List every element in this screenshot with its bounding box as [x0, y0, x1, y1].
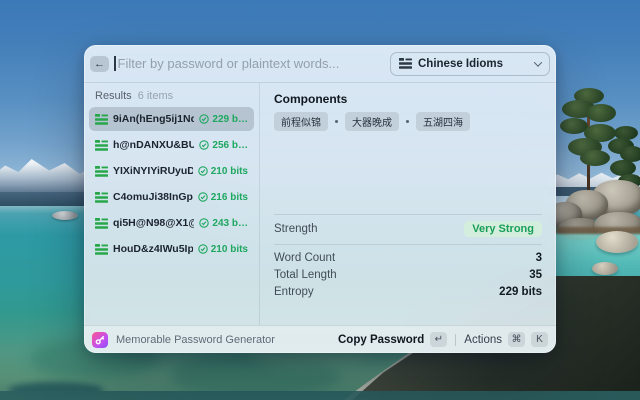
component-tag: 前程似锦	[274, 112, 328, 131]
metadata-section: Strength Very Strong Word Count 3 Total …	[260, 214, 556, 300]
copy-password-label: Copy Password	[338, 334, 424, 346]
footer-separator	[455, 334, 456, 346]
enter-keycap: ↵	[430, 332, 447, 347]
entropy-badge: 216 bits	[198, 192, 248, 203]
window-body: Results 6 items 9iAn(hEng5ij1NdAq1… 229 …	[84, 83, 556, 325]
app-name: Memorable Password Generator	[116, 334, 330, 346]
results-count: 6 items	[138, 90, 173, 102]
search-bar: ← Chinese Idioms	[84, 45, 556, 83]
metadata-row: Entropy 229 bits	[274, 283, 542, 300]
password-text: qi5H@N98@X1@$H…	[113, 217, 194, 229]
search-field-wrap	[114, 56, 390, 71]
metadata-value: 35	[529, 269, 542, 281]
word-list-icon	[95, 218, 108, 229]
water-bottom-band	[0, 391, 640, 400]
entropy-badge: 229 b…	[199, 114, 248, 125]
check-circle-icon	[199, 218, 209, 228]
small-rock-left	[52, 211, 78, 220]
tag-separator-dot	[335, 120, 338, 123]
components-tags: 前程似锦 大器晚成 五湖四海	[260, 112, 556, 131]
word-list-icon	[95, 140, 108, 151]
password-text: HouD&z4IWu5Ip!NG…	[113, 243, 193, 255]
results-label: Results	[95, 90, 132, 102]
strength-row: Strength Very Strong	[274, 215, 542, 244]
component-tag: 大器晚成	[345, 112, 399, 131]
check-circle-icon	[198, 166, 208, 176]
check-circle-icon	[199, 140, 209, 150]
entropy-text: 210 bits	[211, 166, 248, 177]
password-row[interactable]: HouD&z4IWu5Ip!NG… 210 bits	[89, 237, 254, 261]
entropy-text: 243 b…	[212, 218, 248, 229]
metadata-value: 3	[536, 252, 542, 264]
password-row[interactable]: qi5H@N98@X1@$H… 243 b…	[89, 211, 254, 235]
word-list-icon	[95, 192, 108, 203]
search-input[interactable]	[116, 56, 391, 71]
password-row[interactable]: h@nDANXU&BUZHiS… 256 b…	[89, 133, 254, 157]
strength-label: Strength	[274, 223, 317, 235]
entropy-text: 229 b…	[212, 114, 248, 125]
boulder-in-water-small	[592, 262, 618, 275]
results-list: 9iAn(hEng5ij1NdAq1… 229 b… h@nDANXU&BUZH…	[84, 107, 259, 263]
check-circle-icon	[198, 192, 208, 202]
entropy-badge: 210 bits	[198, 166, 248, 177]
password-text: 9iAn(hEng5ij1NdAq1…	[113, 113, 194, 125]
word-list-icon	[95, 166, 108, 177]
entropy-text: 216 bits	[211, 192, 248, 203]
strength-badge: Very Strong	[464, 221, 542, 237]
copy-password-button[interactable]: Copy Password ↵	[338, 332, 447, 347]
arrow-left-icon: ←	[94, 58, 105, 70]
actions-label: Actions	[464, 334, 502, 346]
password-text: YIXiNYIYiRUyuD3$h…	[113, 165, 193, 177]
metadata-value: 229 bits	[499, 286, 542, 298]
dropdown-selected-value: Chinese Idioms	[418, 58, 529, 70]
metadata-label: Word Count	[274, 252, 335, 264]
chevron-down-icon	[534, 58, 542, 66]
entropy-text: 210 bits	[211, 244, 248, 255]
metadata-row: Word Count 3	[274, 249, 542, 266]
action-bar: Memorable Password Generator Copy Passwo…	[84, 325, 556, 353]
stats-list: Word Count 3 Total Length 35 Entropy 229…	[274, 245, 542, 300]
command-keycap: ⌘	[508, 332, 525, 347]
app-icon	[92, 332, 108, 348]
component-tag: 五湖四海	[416, 112, 470, 131]
password-generator-window: ← Chinese Idioms Results 6 items	[84, 45, 556, 353]
key-icon	[95, 335, 105, 345]
components-title: Components	[260, 83, 556, 112]
boulder-in-water	[596, 231, 638, 253]
back-button[interactable]: ←	[90, 56, 109, 72]
results-header: Results 6 items	[84, 83, 259, 107]
check-circle-icon	[198, 244, 208, 254]
entropy-badge: 256 b…	[199, 140, 248, 151]
entropy-badge: 243 b…	[199, 218, 248, 229]
entropy-badge: 210 bits	[198, 244, 248, 255]
word-list-icon	[399, 58, 412, 69]
check-circle-icon	[199, 114, 209, 124]
password-row[interactable]: 9iAn(hEng5ij1NdAq1… 229 b…	[89, 107, 254, 131]
k-keycap: K	[531, 332, 548, 347]
metadata-row: Total Length 35	[274, 266, 542, 283]
results-panel: Results 6 items 9iAn(hEng5ij1NdAq1… 229 …	[84, 83, 260, 325]
password-text: h@nDANXU&BUZHiS…	[113, 139, 194, 151]
entropy-text: 256 b…	[212, 140, 248, 151]
detail-panel: Components 前程似锦 大器晚成 五湖四海 Strength Very …	[260, 83, 556, 325]
tag-separator-dot	[406, 120, 409, 123]
password-row[interactable]: YIXiNYIYiRUyuD3$h… 210 bits	[89, 159, 254, 183]
actions-button[interactable]: Actions ⌘ K	[464, 332, 548, 347]
metadata-label: Total Length	[274, 269, 337, 281]
wordlist-dropdown[interactable]: Chinese Idioms	[390, 52, 550, 76]
word-list-icon	[95, 114, 108, 125]
word-list-icon	[95, 244, 108, 255]
password-text: C4omuJi38InGpoFu(…	[113, 191, 193, 203]
metadata-label: Entropy	[274, 286, 314, 298]
password-row[interactable]: C4omuJi38InGpoFu(… 216 bits	[89, 185, 254, 209]
